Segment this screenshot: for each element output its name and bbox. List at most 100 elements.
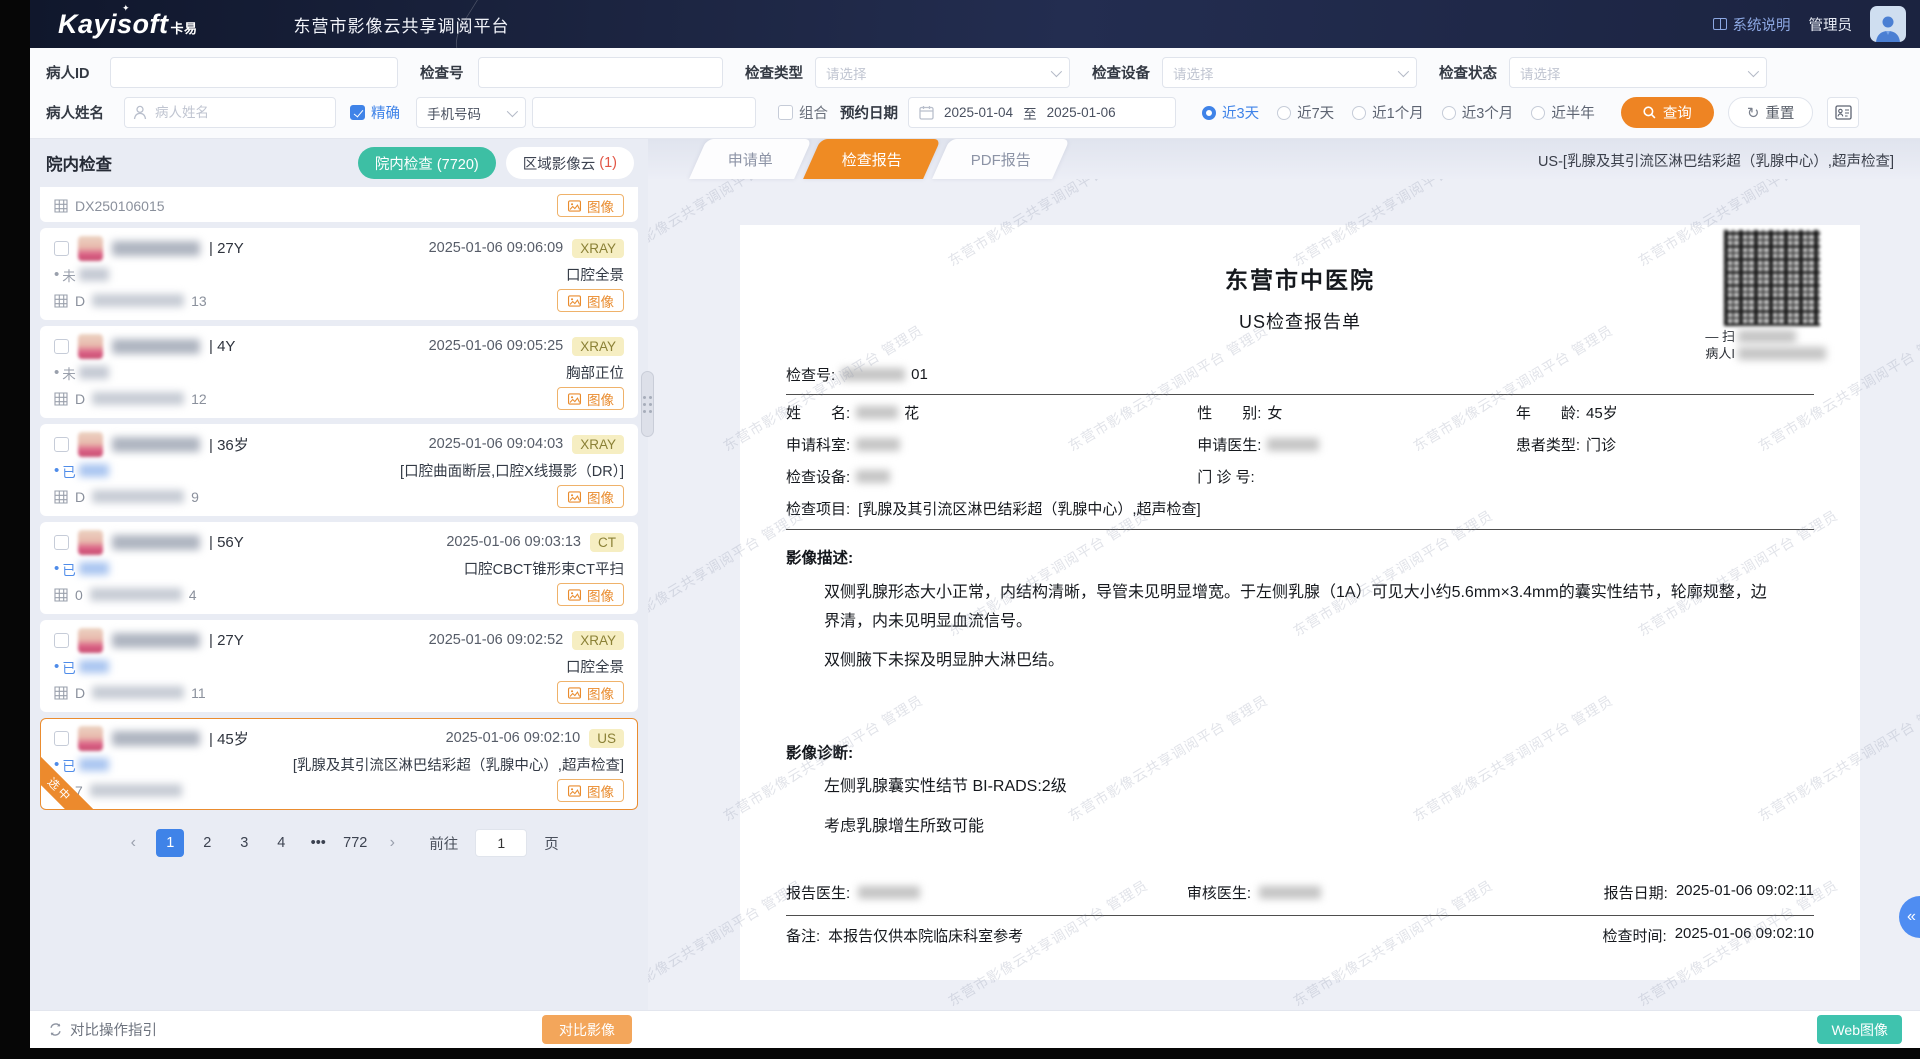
selected-ribbon: 选中: [40, 756, 94, 810]
image-icon: [567, 199, 582, 213]
calendar-icon: [919, 105, 934, 120]
exam-id: D9: [54, 489, 199, 505]
read-status: •未: [54, 265, 109, 285]
device-select[interactable]: 请选择: [1162, 57, 1417, 88]
compare-images-button[interactable]: 对比影像: [542, 1015, 632, 1044]
modality-badge: XRAY: [572, 337, 624, 356]
exam-id-blurred: [90, 588, 182, 601]
quick-range-近3天[interactable]: 近3天: [1202, 102, 1259, 123]
page-unit-label: 页: [544, 833, 559, 854]
page-button-1[interactable]: 1: [156, 829, 184, 857]
goto-page-input[interactable]: [475, 829, 527, 857]
quick-range-近半年[interactable]: 近半年: [1531, 102, 1595, 123]
tab-PDF报告[interactable]: PDF报告: [932, 139, 1070, 179]
next-page-button[interactable]: ›: [378, 829, 406, 857]
compare-guide-link[interactable]: 对比操作指引: [48, 1019, 157, 1040]
tab-申请单[interactable]: 申请单: [689, 139, 812, 179]
status-blurred: [79, 660, 109, 673]
combo-checkbox[interactable]: [778, 105, 793, 120]
tab-regional-cloud[interactable]: 区域影像云 (1): [506, 147, 634, 179]
card-checkbox[interactable]: [54, 241, 69, 256]
exam-card[interactable]: | 27Y 2025-01-06 09:06:09 XRAY •未 口腔全景 D…: [40, 228, 638, 320]
panel-resize-handle[interactable]: [641, 371, 654, 437]
modality-badge: XRAY: [572, 435, 624, 454]
compare-guide-icon: [48, 1022, 63, 1037]
exam-id: DX250106015: [54, 198, 172, 214]
sidebar-title: 院内检查: [46, 151, 112, 175]
exam-item-value: [乳腺及其引流区淋巴结彩超（乳腺中心）,超声检查]: [858, 498, 1201, 519]
req-doctor-blurred: [1267, 438, 1319, 451]
report-panel: 申请单检查报告PDF报告 US-[乳腺及其引流区淋巴结彩超（乳腺中心）,超声检查…: [648, 139, 1920, 1010]
status-dot: •: [54, 564, 59, 574]
status-dot: •: [54, 368, 59, 378]
phone-field-select[interactable]: 手机号码: [416, 97, 526, 128]
date-range-picker[interactable]: 2025-01-04 至 2025-01-06: [908, 97, 1176, 128]
kayisoft-logo: Kayisoft卡易: [58, 9, 198, 40]
image-icon: [567, 588, 582, 602]
page-button-4[interactable]: 4: [267, 829, 295, 857]
exam-type-select[interactable]: 请选择: [815, 57, 1070, 88]
report-subtitle: US检查报告单: [786, 308, 1814, 334]
page-button-3[interactable]: 3: [230, 829, 258, 857]
view-image-button[interactable]: 图像: [557, 194, 624, 217]
patient-name-blurred: [112, 535, 200, 550]
prev-page-button[interactable]: ‹: [119, 829, 147, 857]
card-checkbox[interactable]: [54, 339, 69, 354]
quick-range-近7天[interactable]: 近7天: [1277, 102, 1334, 123]
patient-name-blurred: [112, 241, 200, 256]
modality-badge: XRAY: [572, 239, 624, 258]
quick-range-近3个月[interactable]: 近3个月: [1442, 102, 1514, 123]
patient-name-blurred: [856, 406, 898, 419]
exam-card[interactable]: | 36岁 2025-01-06 09:04:03 XRAY •已 [口腔曲面断…: [40, 424, 638, 516]
exam-description: [口腔曲面断层,口腔X线摄影（DR）]: [400, 460, 624, 481]
hospital-name: 东营市中医院: [786, 261, 1814, 295]
exam-card[interactable]: | 27Y 2025-01-06 09:02:52 XRAY •已 口腔全景 D…: [40, 620, 638, 712]
view-image-button[interactable]: 图像: [557, 387, 624, 410]
card-checkbox[interactable]: [54, 535, 69, 550]
grid-icon: [54, 490, 68, 504]
card-checkbox[interactable]: [54, 731, 69, 746]
exam-card[interactable]: | 4Y 2025-01-06 09:05:25 XRAY •未 胸部正位 D1…: [40, 326, 638, 418]
page-button-•••[interactable]: •••: [304, 829, 332, 857]
exam-no-label: 检查号:: [786, 364, 835, 385]
report-tabbar: 申请单检查报告PDF报告 US-[乳腺及其引流区淋巴结彩超（乳腺中心）,超声检查…: [648, 139, 1920, 179]
user-avatar[interactable]: [1870, 6, 1906, 42]
reset-button[interactable]: ↻ 重置: [1728, 97, 1814, 128]
card-checkbox[interactable]: [54, 633, 69, 648]
status-select[interactable]: 请选择: [1509, 57, 1767, 88]
page-button-772[interactable]: 772: [341, 829, 369, 857]
tab-internal-exams[interactable]: 院内检查 (7720): [358, 147, 496, 179]
exam-id-blurred: [92, 686, 184, 699]
page-button-2[interactable]: 2: [193, 829, 221, 857]
date-label: 预约日期: [840, 102, 898, 123]
exam-card[interactable]: | 45岁 2025-01-06 09:02:10 US •已 [乳腺及其引流区…: [40, 718, 638, 810]
patient-id-input[interactable]: [110, 57, 398, 88]
quick-range-近1个月[interactable]: 近1个月: [1352, 102, 1424, 123]
view-image-button[interactable]: 图像: [557, 485, 624, 508]
device-label: 检查设备:: [786, 466, 850, 487]
card-checkbox[interactable]: [54, 437, 69, 452]
tab-label: PDF报告: [971, 149, 1031, 170]
search-button[interactable]: 查询: [1621, 97, 1714, 128]
tab-检查报告[interactable]: 检查报告: [803, 139, 941, 179]
view-image-button[interactable]: 图像: [557, 583, 624, 606]
view-image-button[interactable]: 图像: [557, 289, 624, 312]
layout-toggle-button[interactable]: [1827, 97, 1859, 128]
clinic-no-label: 门 诊 号:: [1197, 466, 1255, 487]
exam-card[interactable]: | 56Y 2025-01-06 09:03:13 CT •已 口腔CBCT锥形…: [40, 522, 638, 614]
patient-name-input[interactable]: [124, 97, 336, 128]
system-help-link[interactable]: 系统说明: [1713, 14, 1791, 35]
exact-checkbox[interactable]: [350, 105, 365, 120]
patient-age: | 36岁: [209, 434, 249, 455]
view-image-button[interactable]: 图像: [557, 779, 624, 802]
patient-name-blurred: [112, 731, 200, 746]
impression-body: 左侧乳腺囊实性结节 BI-RADS:2级考虑乳腺增生所致可能: [786, 771, 1814, 841]
exam-card-list: • DX250106015 图像: [30, 187, 648, 816]
exam-item-label: 检查项目:: [786, 498, 850, 519]
exam-card[interactable]: • DX250106015 图像: [40, 187, 638, 222]
phone-input[interactable]: [532, 97, 756, 128]
web-image-button[interactable]: Web图像: [1817, 1015, 1902, 1044]
dept-label: 申请科室:: [786, 434, 850, 455]
read-status: •已: [54, 559, 109, 579]
view-image-button[interactable]: 图像: [557, 681, 624, 704]
